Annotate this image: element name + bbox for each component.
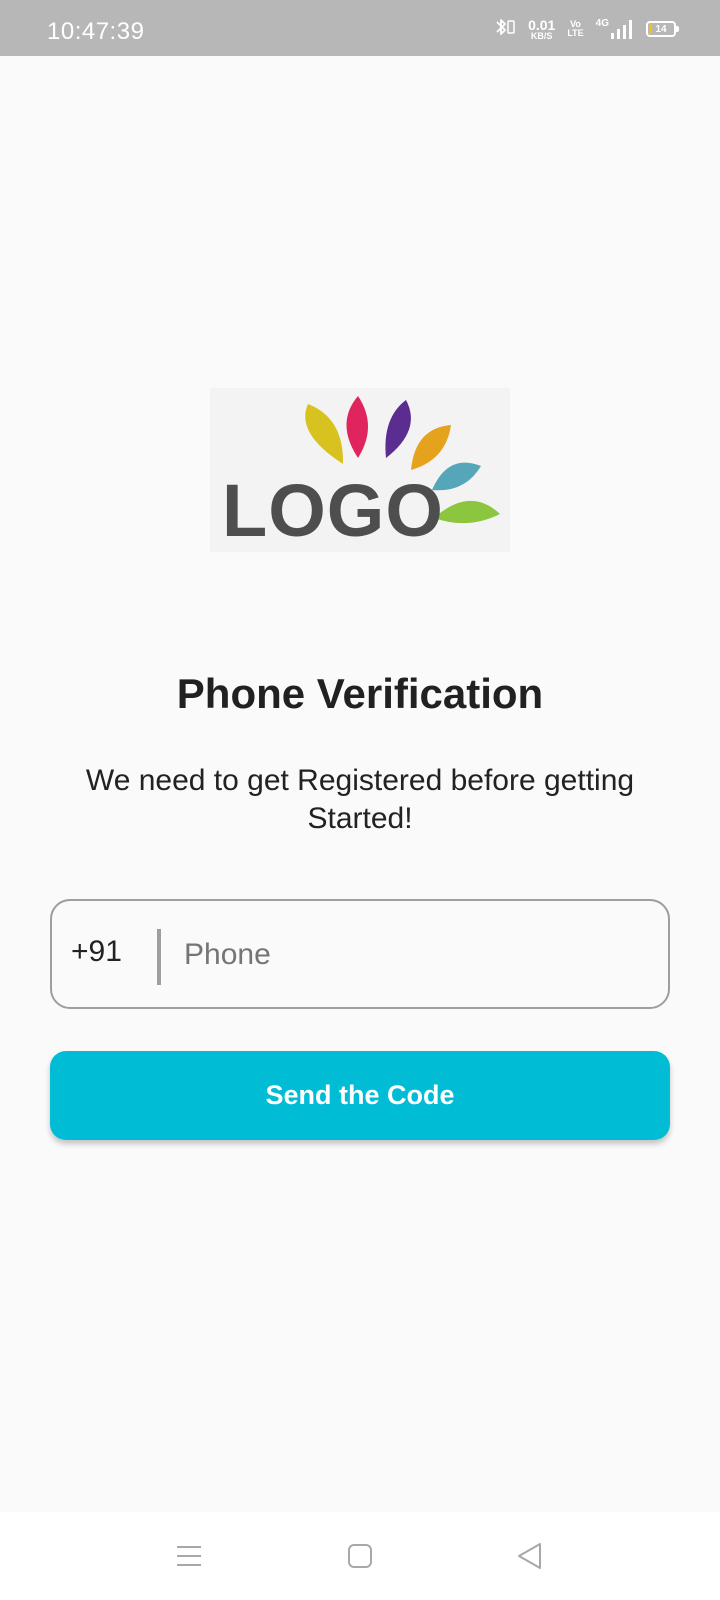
- menu-icon[interactable]: [167, 1534, 211, 1578]
- home-icon[interactable]: [338, 1534, 382, 1578]
- status-bar: 10:47:39 0.01 KB/S Vo LTE 4G 14: [0, 0, 720, 56]
- logo-petal-purple: [385, 400, 411, 458]
- send-code-button[interactable]: Send the Code: [50, 1051, 670, 1140]
- logo-petal-pink: [346, 396, 368, 458]
- network-speed-value: 0.01: [528, 16, 556, 33]
- logo-petal-green: [434, 500, 500, 524]
- status-time: 10:47:39: [47, 18, 145, 45]
- logo-text: LOGO: [222, 469, 444, 552]
- network-speed-unit: KB/S: [530, 30, 553, 41]
- network-speed: 0.01 KB/S: [528, 18, 555, 41]
- battery-level-fill: [649, 24, 652, 34]
- network-type: 4G: [595, 18, 609, 29]
- volte-bottom: LTE: [567, 28, 584, 38]
- bluetooth-icon: [492, 15, 516, 44]
- volte-indicator: Vo LTE: [567, 20, 583, 38]
- battery-level-text: 14: [655, 23, 667, 35]
- field-divider: [157, 929, 161, 985]
- back-icon[interactable]: [508, 1534, 552, 1578]
- navigation-bar: [0, 1512, 720, 1600]
- logo-petal-orange: [411, 425, 451, 470]
- signal-icon: 4G: [596, 18, 634, 40]
- page-subtitle: We need to get Registered before getting…: [85, 764, 635, 835]
- page-title: Phone Verification: [176, 670, 544, 717]
- battery-icon: 14: [646, 21, 679, 37]
- country-code: +91: [71, 935, 122, 968]
- logo-petal-yellow: [305, 404, 344, 464]
- app-logo: LOGO: [210, 388, 510, 552]
- status-icons: 0.01 KB/S Vo LTE 4G 14: [492, 14, 679, 44]
- phone-input[interactable]: [184, 923, 644, 987]
- phone-field[interactable]: +91: [50, 899, 670, 1009]
